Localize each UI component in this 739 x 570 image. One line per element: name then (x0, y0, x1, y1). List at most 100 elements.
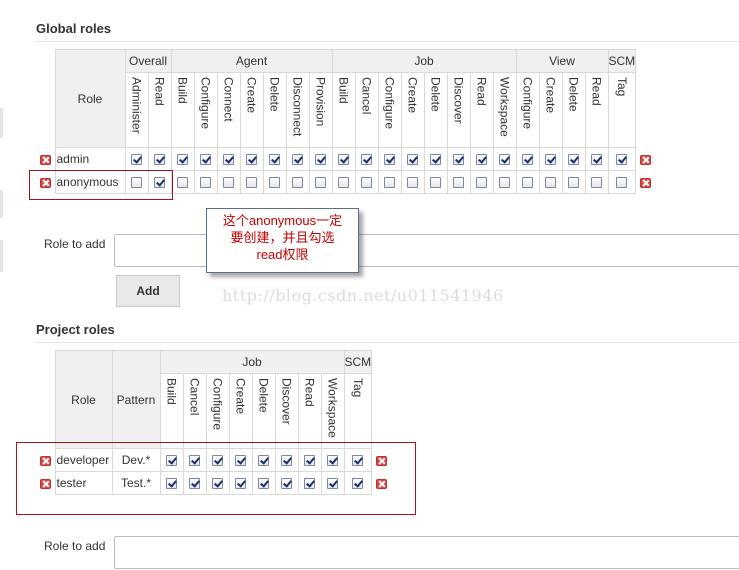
permission-checkbox-job-delete[interactable] (430, 177, 441, 189)
permission-checkbox-job-read[interactable] (476, 177, 487, 189)
permission-cell (147, 147, 172, 171)
permission-header-label: Read (474, 77, 489, 106)
permission-cell (193, 170, 218, 194)
permission-header-job-build: Build (159, 373, 184, 449)
permission-cell (515, 147, 540, 171)
permission-checkbox-agent-configure[interactable] (200, 154, 211, 166)
pattern-column-header: Pattern (111, 350, 161, 449)
permission-checkbox-job-create[interactable] (407, 177, 418, 189)
global-role-to-add-label: Role to add (44, 237, 106, 251)
permission-checkbox-agent-build[interactable] (177, 177, 188, 189)
delete-cell (635, 170, 656, 194)
permission-checkbox-view-create[interactable] (545, 154, 556, 166)
permission-header-label: Connect (221, 77, 236, 122)
permission-checkbox-job-configure[interactable] (384, 177, 395, 189)
permission-checkbox-agent-provision[interactable] (315, 154, 326, 166)
role-row-admin: admin (36, 147, 656, 171)
permission-checkbox-overall-read[interactable] (154, 154, 165, 166)
permission-cell (423, 170, 448, 194)
permission-header-label: Discover (451, 77, 466, 124)
permission-checkbox-overall-administer[interactable] (131, 154, 142, 166)
permission-cell (492, 147, 517, 171)
permission-checkbox-agent-create[interactable] (246, 177, 257, 189)
permission-header-scm-tag: Tag (607, 72, 637, 148)
permission-checkbox-job-build[interactable] (338, 177, 349, 189)
permission-checkbox-job-workspace[interactable] (499, 177, 510, 189)
delete-icon[interactable] (39, 154, 51, 165)
permission-header-job-workspace: Workspace (320, 373, 345, 449)
permission-checkbox-job-workspace[interactable] (499, 154, 510, 166)
permission-header-job-create: Create (400, 72, 425, 148)
permission-checkbox-agent-connect[interactable] (223, 154, 234, 166)
permission-header-label: Tag (350, 378, 365, 398)
permission-checkbox-agent-build[interactable] (177, 154, 188, 166)
group-header-job: Job (331, 49, 517, 73)
permission-cell (216, 147, 241, 171)
permission-checkbox-job-delete[interactable] (430, 154, 441, 166)
permission-checkbox-view-read[interactable] (591, 177, 602, 189)
permission-header-job-delete: Delete (251, 373, 276, 449)
permission-checkbox-agent-delete[interactable] (269, 154, 280, 166)
header-spacer (36, 49, 55, 148)
permission-checkbox-scm-tag[interactable] (616, 154, 628, 166)
callout-line: 这个anonymous一定 (222, 213, 343, 228)
permission-header-label: Configure (210, 378, 225, 431)
permission-checkbox-job-cancel[interactable] (361, 154, 372, 166)
permission-checkbox-view-create[interactable] (545, 177, 556, 189)
permission-header-label: Disconnect (290, 77, 305, 137)
permission-header-view-delete: Delete (561, 72, 586, 148)
permission-header-view-create: Create (538, 72, 563, 148)
permission-header-label: Read (152, 77, 167, 106)
permission-checkbox-agent-configure[interactable] (200, 177, 211, 189)
permission-header-label: Read (302, 378, 317, 407)
permission-cell (469, 147, 494, 171)
permission-checkbox-job-read[interactable] (476, 154, 487, 166)
left-edge-mark (0, 190, 3, 218)
permission-checkbox-agent-provision[interactable] (315, 177, 326, 189)
delete-icon[interactable] (640, 177, 652, 188)
permission-header-label: Administer (129, 77, 144, 134)
permission-header-label: Cancel (359, 77, 374, 115)
add-button[interactable]: Add (116, 275, 180, 307)
project-role-to-add-input[interactable] (114, 536, 739, 569)
permission-checkbox-view-configure[interactable] (522, 154, 533, 166)
permission-checkbox-job-cancel[interactable] (361, 177, 372, 189)
permission-checkbox-agent-create[interactable] (246, 154, 257, 166)
permission-header-label: Workspace (497, 77, 512, 137)
permission-checkbox-job-discover[interactable] (453, 154, 464, 166)
permission-header-label: Provision (313, 77, 328, 127)
permission-checkbox-view-read[interactable] (591, 154, 602, 166)
delete-cell (36, 147, 55, 171)
permission-header-job-create: Create (228, 373, 253, 449)
project-rows-highlight-box (16, 442, 416, 515)
permission-header-agent-disconnect: Disconnect (285, 72, 310, 148)
permission-header-label: Configure (520, 77, 535, 130)
permission-header-job-read: Read (297, 373, 322, 449)
permission-checkbox-scm-tag[interactable] (616, 177, 628, 189)
permission-checkbox-view-delete[interactable] (568, 154, 579, 166)
permission-checkbox-view-configure[interactable] (522, 177, 533, 189)
permission-checkbox-agent-connect[interactable] (223, 177, 234, 189)
permission-cell (216, 170, 241, 194)
delete-icon[interactable] (640, 154, 652, 165)
permission-cell (331, 170, 356, 194)
permission-header-label: Cancel (187, 378, 202, 416)
permission-header-label: Build (336, 77, 351, 104)
permission-cell (538, 170, 563, 194)
permission-checkbox-agent-delete[interactable] (269, 177, 280, 189)
permission-checkbox-agent-disconnect[interactable] (292, 177, 303, 189)
permission-header-job-cancel: Cancel (182, 373, 207, 449)
permission-header-label: Delete (428, 77, 443, 112)
permission-cell (607, 170, 637, 194)
group-header-view: View (515, 49, 609, 73)
permission-header-view-configure: Configure (515, 72, 540, 148)
permission-header-job-delete: Delete (423, 72, 448, 148)
permission-header-label: Tag (614, 77, 629, 97)
permission-cell (308, 170, 333, 194)
permission-checkbox-job-discover[interactable] (453, 177, 464, 189)
permission-checkbox-job-configure[interactable] (384, 154, 395, 166)
permission-checkbox-agent-disconnect[interactable] (292, 154, 303, 166)
permission-checkbox-job-create[interactable] (407, 154, 418, 166)
permission-checkbox-job-build[interactable] (338, 154, 349, 166)
permission-checkbox-view-delete[interactable] (568, 177, 579, 189)
